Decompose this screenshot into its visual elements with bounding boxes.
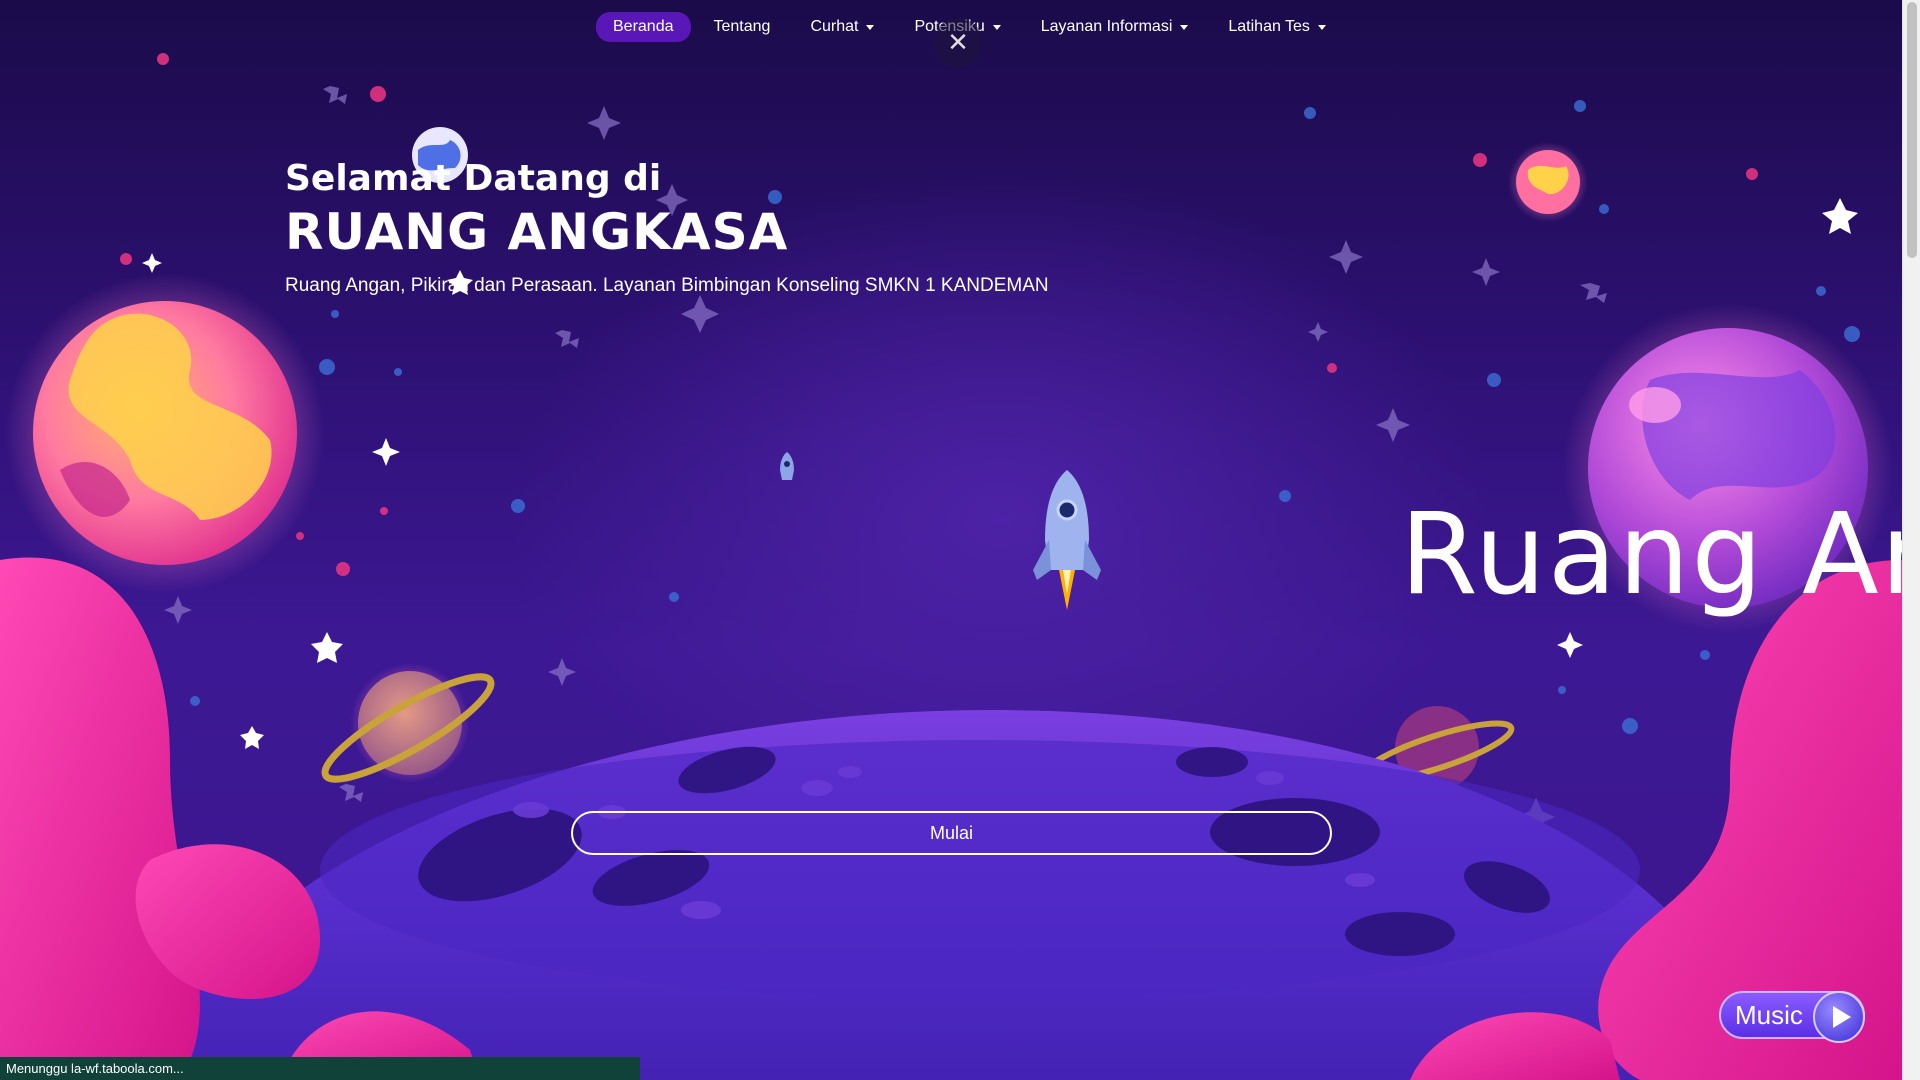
nav-item-curhat[interactable]: Curhat	[793, 12, 891, 42]
nav-item-label: Latihan Tes	[1228, 18, 1310, 35]
nav-item-label: Tentang	[713, 18, 771, 35]
nav-item-layanan-informasi[interactable]: Layanan Informasi	[1024, 12, 1206, 42]
caret-down-icon	[1180, 24, 1189, 30]
close-button[interactable]: ✕	[933, 18, 983, 68]
scrollbar-thumb[interactable]	[1907, 2, 1917, 258]
nav-item-label: Layanan Informasi	[1040, 18, 1173, 35]
hero-pre-title: Selamat Datang di	[285, 158, 662, 199]
caret-down-icon	[866, 24, 875, 30]
browser-status-bar: Menunggu la-wf.taboola.com...	[0, 1057, 640, 1080]
saturn-left	[321, 663, 495, 783]
nav-item-latihan-tes[interactable]: Latihan Tes	[1211, 12, 1343, 42]
start-button[interactable]: Mulai	[571, 811, 1332, 855]
music-button-label: Music	[1735, 999, 1803, 1030]
small-rocket-icon	[780, 452, 794, 480]
hero-title: RUANG ANGKASA	[285, 203, 789, 261]
orange-planet	[33, 301, 297, 565]
nav-item-tentang[interactable]: Tentang	[697, 12, 788, 42]
small-orange-planet	[1508, 142, 1588, 222]
nav-item-beranda[interactable]: Beranda	[596, 12, 691, 42]
hero-section: Selamat Datang di RUANG ANGKASA Ruang An…	[285, 158, 1049, 297]
scrolling-marquee-text: Ruang An	[1400, 490, 1902, 620]
rocket-icon	[1033, 470, 1101, 610]
caret-down-icon	[1317, 24, 1326, 30]
caret-down-icon	[992, 24, 1001, 30]
page-scrollbar[interactable]	[1902, 0, 1920, 1080]
close-icon: ✕	[947, 28, 969, 58]
nav-item-label: Beranda	[613, 18, 674, 35]
play-icon	[1813, 991, 1865, 1043]
music-button[interactable]: Music	[1719, 991, 1865, 1043]
hero-subtitle: Ruang Angan, Pikiran dan Perasaan. Layan…	[285, 275, 1049, 296]
nav-item-label: Curhat	[810, 18, 859, 35]
space-scene: Beranda Tentang Curhat Potensiku Layanan…	[0, 0, 1902, 1080]
